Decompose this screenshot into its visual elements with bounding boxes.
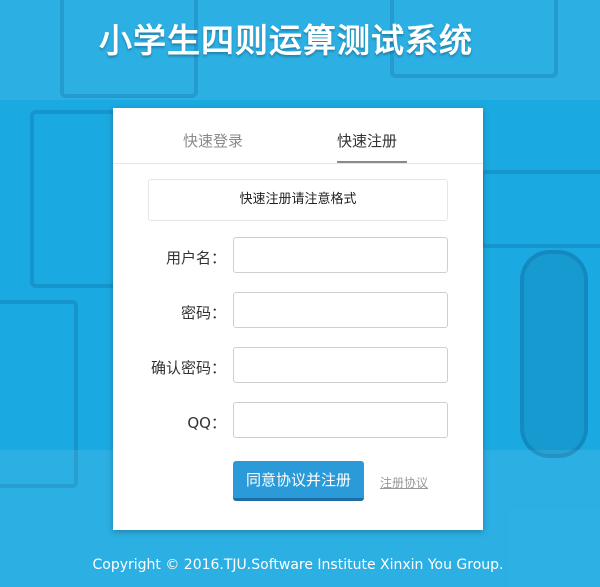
format-notice: 快速注册请注意格式 bbox=[148, 179, 448, 221]
confirm-password-label: 确认密码： bbox=[150, 359, 226, 377]
password-label: 密码： bbox=[180, 304, 226, 322]
register-panel: 快速登录 快速注册 快速注册请注意格式 用户名： 密码： 确认密码： QQ： 同… bbox=[113, 108, 483, 530]
username-label: 用户名： bbox=[165, 249, 226, 267]
tab-bar: 快速登录 快速注册 bbox=[113, 108, 483, 164]
confirm-password-row: 确认密码： bbox=[113, 347, 483, 385]
agree-and-register-button[interactable]: 同意协议并注册 bbox=[233, 461, 364, 501]
agreement-link[interactable]: 注册协议 bbox=[380, 474, 428, 491]
copyright-text: Copyright © 2016.TJU.Software Institute … bbox=[92, 557, 504, 573]
tab-quick-login[interactable]: 快速登录 bbox=[183, 130, 243, 151]
username-row: 用户名： bbox=[113, 237, 483, 275]
password-input[interactable] bbox=[233, 292, 448, 328]
qq-input[interactable] bbox=[233, 402, 448, 438]
qq-row: QQ： bbox=[113, 402, 483, 440]
tab-quick-register[interactable]: 快速注册 bbox=[337, 130, 397, 151]
qq-label: QQ： bbox=[187, 414, 226, 432]
active-tab-indicator bbox=[337, 161, 407, 163]
username-input[interactable] bbox=[233, 237, 448, 273]
password-row: 密码： bbox=[113, 292, 483, 330]
confirm-password-input[interactable] bbox=[233, 347, 448, 383]
page-title: 小学生四则运算测试系统 bbox=[99, 21, 473, 60]
